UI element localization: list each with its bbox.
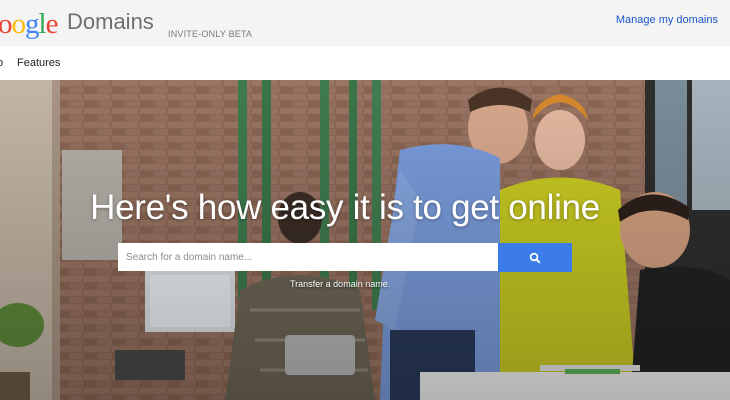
nav-item-partial[interactable]: o <box>0 57 3 69</box>
search-button[interactable] <box>498 243 572 272</box>
product-name: Domains <box>67 9 154 34</box>
domain-search-input[interactable] <box>118 243 498 271</box>
hero-headline: Here's how easy it is to get online <box>90 188 600 227</box>
transfer-domain-link[interactable]: Transfer a domain name. <box>290 279 390 289</box>
hero-section: Here's how easy it is to get online Tran… <box>0 80 730 400</box>
hero-photo <box>0 80 730 400</box>
logo-letter: o <box>11 8 26 40</box>
logo-letter: g <box>25 8 39 40</box>
beta-label: INVITE-ONLY BETA <box>168 29 253 39</box>
manage-domains-link[interactable]: Manage my domains <box>616 14 718 26</box>
search-icon <box>529 252 541 264</box>
logo-letter: l <box>38 8 47 40</box>
nav-item-features[interactable]: Features <box>17 57 60 69</box>
google-logo[interactable]: oogle <box>0 7 59 41</box>
top-header: oogle Domains INVITE-ONLY BETA Manage my… <box>0 0 730 46</box>
nav-bar: o Features <box>0 46 730 80</box>
logo-letter: o <box>0 8 12 40</box>
logo-letter: e <box>45 8 59 40</box>
